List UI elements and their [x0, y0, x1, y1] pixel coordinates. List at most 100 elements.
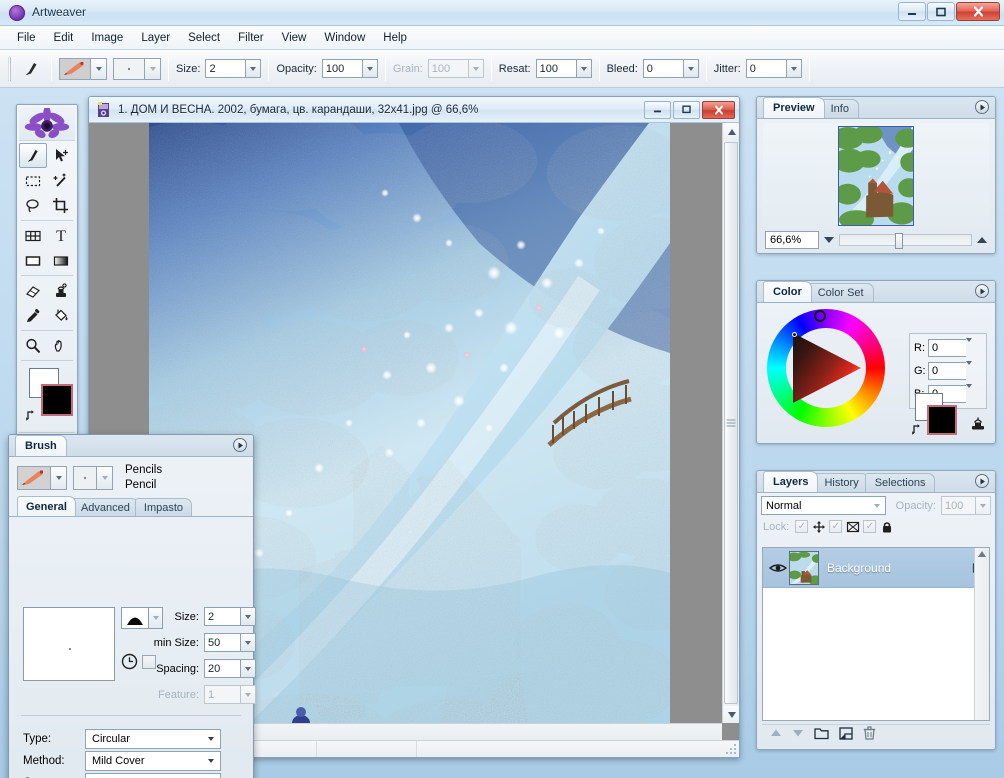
layers-opacity-dropdown-arrow[interactable]: [975, 496, 991, 515]
delete-layer-button[interactable]: [863, 726, 876, 743]
jitter-stepper[interactable]: [746, 59, 802, 78]
preview-stage[interactable]: [763, 123, 989, 229]
lock-move-checkbox[interactable]: ✓: [795, 520, 808, 533]
jitter-input[interactable]: [746, 59, 786, 78]
document-resize-grip[interactable]: [725, 743, 737, 755]
zoom-out-triangle-down-icon[interactable]: [824, 237, 834, 243]
scroll-vertical-thumb[interactable]: [724, 142, 738, 704]
scroll-up-arrow[interactable]: [723, 123, 739, 140]
preview-zoom-value[interactable]: 66,6%: [765, 231, 819, 249]
tool-perspective-grid[interactable]: [19, 223, 47, 248]
table-row[interactable]: Background: [763, 548, 989, 588]
bleed-input[interactable]: [643, 59, 683, 78]
tab-selections[interactable]: Selections: [865, 473, 936, 492]
subtab-impasto[interactable]: Impasto: [135, 498, 192, 516]
menu-help[interactable]: Help: [374, 29, 416, 47]
panel-foreground-color-chip[interactable]: [927, 405, 957, 435]
g-input[interactable]: [928, 362, 966, 380]
jitter-dropdown-arrow[interactable]: [786, 59, 802, 78]
brush-preset-swatch[interactable]: [59, 58, 91, 80]
brush-size-dropdown-arrow[interactable]: [240, 607, 256, 626]
document-close-button[interactable]: [702, 101, 735, 119]
menu-view[interactable]: View: [273, 29, 316, 47]
tool-clone-stamp[interactable]: [47, 278, 75, 303]
move-layer-up-button[interactable]: [770, 728, 782, 741]
brush-variant-combo-panel[interactable]: [73, 466, 113, 490]
tab-layers[interactable]: Layers: [763, 471, 818, 492]
tool-magic-wand[interactable]: [47, 168, 75, 193]
color-stamp-icon[interactable]: [969, 414, 987, 435]
resat-dropdown-arrow[interactable]: [576, 59, 592, 78]
brush-preset-dropdown-arrow[interactable]: [91, 58, 107, 80]
scroll-down-arrow[interactable]: [723, 706, 739, 723]
color-wheel-picker[interactable]: [767, 309, 885, 427]
layers-panel-menu-icon[interactable]: [975, 474, 989, 488]
tool-gradient[interactable]: [47, 248, 75, 273]
brush-size-stepper[interactable]: [204, 607, 256, 626]
document-minimize-button[interactable]: [644, 101, 671, 119]
brush-category-swatch[interactable]: [17, 466, 51, 490]
r-input[interactable]: [928, 339, 966, 357]
window-close-button[interactable]: [956, 2, 1000, 21]
brush-spacing-dropdown-arrow[interactable]: [240, 659, 256, 678]
tool-zoom[interactable]: [19, 333, 47, 358]
menu-filter[interactable]: Filter: [229, 29, 273, 47]
panel-swap-colors-icon[interactable]: [911, 422, 925, 439]
tab-color-set[interactable]: Color Set: [808, 283, 874, 302]
layer-visibility-eye-icon[interactable]: [767, 562, 789, 574]
layers-scroll-up-arrow[interactable]: [975, 548, 989, 557]
subtab-general[interactable]: General: [17, 496, 76, 516]
b-dropdown-arrow[interactable]: [966, 388, 972, 400]
tool-paint-bucket[interactable]: [47, 303, 75, 328]
brush-min-size-input[interactable]: [204, 633, 240, 652]
tool-eraser[interactable]: [19, 278, 47, 303]
size-input[interactable]: [205, 59, 245, 78]
preview-zoom-slider[interactable]: [839, 234, 972, 246]
brush-category-dropdown-arrow[interactable]: [51, 466, 67, 490]
canvas-vertical-scrollbar[interactable]: [722, 123, 739, 723]
menu-layer[interactable]: Layer: [132, 29, 179, 47]
menu-image[interactable]: Image: [82, 29, 132, 47]
tool-shape-rectangle[interactable]: [19, 248, 47, 273]
size-dropdown-arrow[interactable]: [245, 59, 261, 78]
window-maximize-button[interactable]: [927, 2, 955, 21]
brush-variant-combo[interactable]: [113, 58, 161, 80]
opacity-stepper[interactable]: [322, 59, 378, 78]
layers-opacity-input[interactable]: [941, 496, 975, 515]
brush-variant-dropdown-arrow[interactable]: [145, 58, 161, 80]
brush-panel-menu-icon[interactable]: [233, 438, 247, 452]
resat-input[interactable]: [536, 59, 576, 78]
new-group-button[interactable]: [814, 727, 829, 743]
brush-variant-dropdown-arrow-panel[interactable]: [97, 466, 113, 490]
menu-file[interactable]: File: [8, 29, 45, 47]
layers-list[interactable]: Background: [762, 547, 990, 721]
preview-panel-menu-icon[interactable]: [975, 100, 989, 114]
zoom-in-triangle-up-icon[interactable]: [977, 237, 987, 243]
document-maximize-button[interactable]: [673, 101, 700, 119]
current-tool-icon[interactable]: [18, 56, 44, 82]
brush-variant-swatch[interactable]: [113, 58, 145, 80]
tool-crop[interactable]: [47, 193, 75, 218]
tab-brush[interactable]: Brush: [15, 435, 67, 456]
tab-history[interactable]: History: [814, 473, 868, 492]
brush-min-size-stepper[interactable]: [204, 633, 256, 652]
tool-hand[interactable]: [47, 333, 75, 358]
bleed-stepper[interactable]: [643, 59, 699, 78]
menu-edit[interactable]: Edit: [45, 29, 83, 47]
brush-spacing-input[interactable]: [204, 659, 240, 678]
brush-category-select[interactable]: Soft: [85, 773, 221, 778]
brush-preset-combo[interactable]: [59, 58, 107, 80]
size-stepper[interactable]: [205, 59, 261, 78]
tool-brush[interactable]: [19, 143, 47, 168]
bleed-dropdown-arrow[interactable]: [683, 59, 699, 78]
brush-variant-swatch-panel[interactable]: [73, 466, 97, 490]
lock-all-checkbox[interactable]: ✓: [863, 520, 876, 533]
brush-shape-icon[interactable]: [121, 607, 149, 629]
hue-marker[interactable]: [814, 310, 826, 322]
layers-opacity-stepper[interactable]: [941, 496, 991, 515]
tool-eyedropper[interactable]: [19, 303, 47, 328]
brush-type-select[interactable]: Circular: [85, 729, 221, 749]
g-dropdown-arrow[interactable]: [966, 365, 972, 377]
tool-move[interactable]: [47, 143, 75, 168]
tab-preview[interactable]: Preview: [763, 97, 825, 118]
